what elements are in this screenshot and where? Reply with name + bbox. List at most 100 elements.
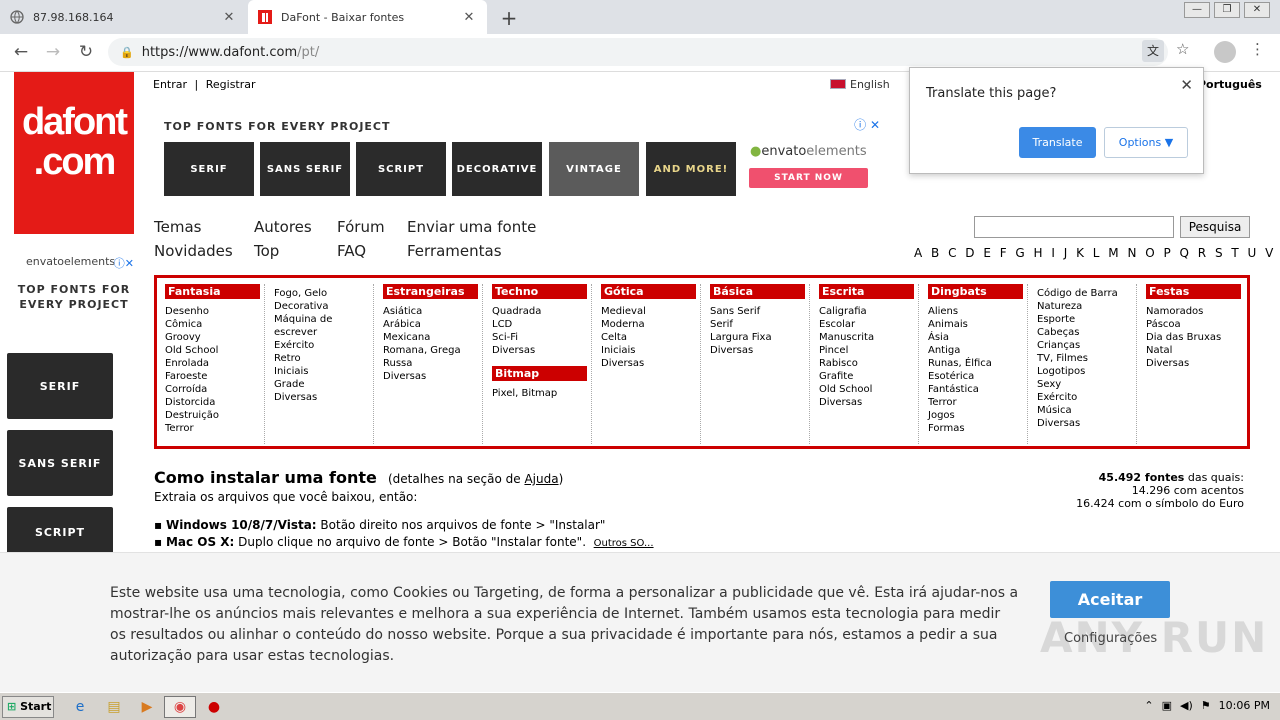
category-link[interactable]: Runas, Élfica	[928, 357, 1027, 370]
ie-icon[interactable]: e	[70, 697, 90, 717]
category-link[interactable]: Sci-Fi	[492, 331, 591, 344]
category-link[interactable]: Jogos	[928, 409, 1027, 422]
category-link[interactable]: Iniciais	[274, 365, 373, 378]
category-link[interactable]: Código de Barra	[1037, 287, 1136, 300]
category-header[interactable]: Dingbats	[928, 284, 1023, 299]
category-link[interactable]: Caligrafia	[819, 305, 918, 318]
ad-info-icon[interactable]: ⓘ ✕	[854, 116, 880, 133]
category-link[interactable]: Pincel	[819, 344, 918, 357]
tab-close-icon[interactable]: ✕	[221, 10, 237, 25]
options-button[interactable]: Options ▼	[1104, 127, 1188, 158]
network-icon[interactable]: ▣	[1162, 699, 1172, 712]
category-link[interactable]: Diversas	[1037, 417, 1136, 430]
ad-tile[interactable]: VINTAGE	[549, 142, 639, 196]
category-link[interactable]: Old School	[165, 344, 264, 357]
category-link[interactable]: escrever	[274, 326, 373, 339]
minimize-icon[interactable]: —	[1184, 2, 1210, 18]
search-button[interactable]: Pesquisa	[1180, 216, 1250, 238]
translate-icon[interactable]: 文	[1142, 40, 1164, 62]
start-button[interactable]: ⊞ Start	[2, 696, 54, 718]
search-input[interactable]	[974, 216, 1174, 238]
language-portuguese[interactable]: Português	[1198, 78, 1262, 91]
category-link[interactable]: Diversas	[601, 357, 700, 370]
category-header[interactable]: Estrangeiras	[383, 284, 478, 299]
category-link[interactable]: Grafite	[819, 370, 918, 383]
category-link[interactable]: Aliens	[928, 305, 1027, 318]
language-english[interactable]: English	[830, 78, 890, 91]
nav-enviar[interactable]: Enviar uma fonte	[407, 218, 536, 236]
category-link[interactable]: Natureza	[1037, 300, 1136, 313]
new-tab-icon[interactable]: +	[498, 6, 520, 30]
category-link[interactable]: Manuscrita	[819, 331, 918, 344]
nav-faq[interactable]: FAQ	[337, 242, 366, 260]
translate-button[interactable]: Translate	[1019, 127, 1096, 158]
login-link[interactable]: Entrar	[153, 78, 187, 91]
category-link[interactable]: Asiática	[383, 305, 482, 318]
top-ad-banner[interactable]: TOP FONTS FOR EVERY PROJECT ⓘ ✕ SERIF SA…	[164, 118, 880, 200]
back-icon[interactable]: ←	[10, 42, 32, 62]
category-link[interactable]: Pixel, Bitmap	[492, 387, 591, 400]
category-link[interactable]: Dia das Bruxas	[1146, 331, 1246, 344]
category-link[interactable]: Sans Serif	[710, 305, 809, 318]
profile-avatar[interactable]	[1214, 41, 1236, 63]
side-ad-tile[interactable]: SANS SERIF	[7, 430, 113, 496]
category-link[interactable]: Serif	[710, 318, 809, 331]
category-link[interactable]: Formas	[928, 422, 1027, 435]
category-header[interactable]: Gótica	[601, 284, 696, 299]
tray-arrow-icon[interactable]: ⌃	[1144, 699, 1153, 712]
category-header[interactable]: Escrita	[819, 284, 914, 299]
category-link[interactable]: Rabisco	[819, 357, 918, 370]
category-link[interactable]: Mexicana	[383, 331, 482, 344]
category-link[interactable]: Música	[1037, 404, 1136, 417]
category-link[interactable]: Quadrada	[492, 305, 591, 318]
category-link[interactable]: Russa	[383, 357, 482, 370]
category-link[interactable]: Medieval	[601, 305, 700, 318]
start-now-button[interactable]: START NOW	[749, 168, 868, 188]
category-header[interactable]: Techno	[492, 284, 587, 299]
category-link[interactable]: Diversas	[710, 344, 809, 357]
category-header[interactable]: Básica	[710, 284, 805, 299]
category-link[interactable]: Groovy	[165, 331, 264, 344]
address-bar[interactable]: 🔒 https://www.dafont.com/pt/	[108, 38, 1168, 66]
category-link[interactable]: Crianças	[1037, 339, 1136, 352]
category-link[interactable]: LCD	[492, 318, 591, 331]
tab-dafont[interactable]: DaFont - Baixar fontes ✕	[248, 0, 487, 34]
side-ad[interactable]: envatoelements ⓘ✕ TOP FONTS FOR EVERY PR…	[14, 255, 134, 312]
category-header[interactable]: Bitmap	[492, 366, 587, 381]
category-link[interactable]: Desenho	[165, 305, 264, 318]
category-link[interactable]: Faroeste	[165, 370, 264, 383]
category-link[interactable]: Exército	[1037, 391, 1136, 404]
category-link[interactable]: Namorados	[1146, 305, 1246, 318]
ad-tile[interactable]: SCRIPT	[356, 142, 446, 196]
bookmark-star-icon[interactable]: ☆	[1176, 40, 1189, 58]
category-link[interactable]: TV, Filmes	[1037, 352, 1136, 365]
category-link[interactable]: Diversas	[819, 396, 918, 409]
ad-tile[interactable]: SANS SERIF	[260, 142, 350, 196]
tab-ip[interactable]: 87.98.168.164 ✕	[0, 0, 247, 34]
category-link[interactable]: Romana, Grega	[383, 344, 482, 357]
category-link[interactable]: Arábica	[383, 318, 482, 331]
category-link[interactable]: Grade	[274, 378, 373, 391]
other-os-link[interactable]: Outros SO...	[594, 538, 654, 549]
category-link[interactable]: Moderna	[601, 318, 700, 331]
ad-tile[interactable]: AND MORE!	[646, 142, 736, 196]
category-link[interactable]: Sexy	[1037, 378, 1136, 391]
forward-icon[interactable]: →	[42, 42, 64, 62]
category-link[interactable]: Cabeças	[1037, 326, 1136, 339]
category-link[interactable]: Diversas	[383, 370, 482, 383]
ad-info-icon[interactable]: ⓘ✕	[114, 255, 134, 271]
category-link[interactable]: Exército	[274, 339, 373, 352]
category-link[interactable]: Ásia	[928, 331, 1027, 344]
category-link[interactable]: Terror	[928, 396, 1027, 409]
category-header[interactable]: Fantasia	[165, 284, 260, 299]
reload-icon[interactable]: ↻	[75, 42, 97, 62]
category-link[interactable]: Logotipos	[1037, 365, 1136, 378]
category-link[interactable]: Fantástica	[928, 383, 1027, 396]
category-link[interactable]: Diversas	[492, 344, 591, 357]
shield-alert-icon[interactable]: ●	[204, 697, 224, 717]
flag-icon[interactable]: ⚑	[1201, 699, 1211, 712]
volume-icon[interactable]: ◀)	[1180, 699, 1193, 712]
category-link[interactable]: Celta	[601, 331, 700, 344]
category-link[interactable]: Enrolada	[165, 357, 264, 370]
category-header[interactable]: Festas	[1146, 284, 1241, 299]
